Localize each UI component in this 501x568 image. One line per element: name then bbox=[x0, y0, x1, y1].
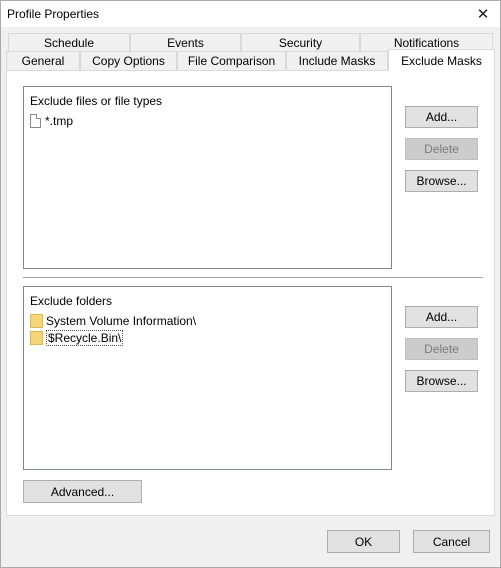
tab-label: File Comparison bbox=[187, 54, 276, 68]
profile-properties-dialog: Profile Properties ✕ Schedule Events Sec… bbox=[0, 0, 501, 568]
add-file-button[interactable]: Add... bbox=[405, 106, 478, 128]
button-label: Browse... bbox=[416, 374, 467, 388]
delete-file-button[interactable]: Delete bbox=[405, 138, 478, 160]
tab-label: Copy Options bbox=[92, 54, 165, 68]
button-label: Browse... bbox=[416, 174, 467, 188]
exclude-files-header: Exclude files or file types bbox=[30, 94, 163, 108]
title-bar: Profile Properties ✕ bbox=[1, 1, 500, 27]
tab-schedule[interactable]: Schedule bbox=[8, 33, 130, 52]
tab-security[interactable]: Security bbox=[241, 33, 360, 52]
close-icon: ✕ bbox=[476, 6, 490, 23]
button-label: Add... bbox=[425, 110, 458, 124]
button-label: Delete bbox=[424, 342, 459, 356]
button-label: Advanced... bbox=[50, 484, 115, 499]
tab-events[interactable]: Events bbox=[130, 33, 241, 52]
list-item-label: *.tmp bbox=[45, 113, 74, 128]
tab-label: Events bbox=[167, 36, 204, 50]
tab-label: Schedule bbox=[43, 36, 95, 50]
button-label: OK bbox=[354, 534, 373, 549]
button-label: Add... bbox=[425, 310, 458, 324]
file-icon bbox=[30, 113, 41, 128]
tab-label: Security bbox=[278, 36, 323, 50]
ok-button[interactable]: OK bbox=[327, 530, 400, 553]
list-item[interactable]: System Volume Information\ bbox=[30, 312, 196, 329]
exclude-folders-header: Exclude folders bbox=[30, 294, 113, 308]
exclude-masks-panel: Exclude files or file types *.tmp Add...… bbox=[6, 70, 495, 516]
tab-label: Exclude Masks bbox=[401, 53, 482, 68]
tab-general[interactable]: General bbox=[6, 51, 80, 70]
browse-file-button[interactable]: Browse... bbox=[405, 170, 478, 192]
exclude-folders-list[interactable]: Exclude folders System Volume Informatio… bbox=[23, 286, 392, 470]
tab-exclude-masks[interactable]: Exclude Masks bbox=[388, 49, 495, 71]
cancel-button[interactable]: Cancel bbox=[413, 530, 490, 553]
advanced-button[interactable]: Advanced... bbox=[23, 480, 142, 503]
browse-folder-button[interactable]: Browse... bbox=[405, 370, 478, 392]
tab-copy-options[interactable]: Copy Options bbox=[80, 51, 177, 70]
close-button[interactable]: ✕ bbox=[466, 1, 500, 27]
button-label: Delete bbox=[424, 142, 459, 156]
section-divider bbox=[23, 277, 483, 278]
tab-include-masks[interactable]: Include Masks bbox=[286, 51, 388, 70]
tab-file-comparison[interactable]: File Comparison bbox=[177, 51, 286, 70]
delete-folder-button[interactable]: Delete bbox=[405, 338, 478, 360]
folder-icon bbox=[30, 330, 43, 345]
list-item-label: System Volume Information\ bbox=[46, 313, 197, 328]
folder-icon bbox=[30, 313, 43, 328]
list-item-selected[interactable]: $Recycle.Bin\ bbox=[30, 329, 124, 346]
exclude-files-list[interactable]: Exclude files or file types *.tmp bbox=[23, 86, 392, 269]
add-folder-button[interactable]: Add... bbox=[405, 306, 478, 328]
tab-label: General bbox=[21, 54, 65, 68]
window-title: Profile Properties bbox=[7, 7, 100, 21]
button-label: Cancel bbox=[432, 534, 471, 549]
tab-label: Notifications bbox=[393, 36, 460, 50]
list-item[interactable]: *.tmp bbox=[30, 112, 73, 129]
tab-label: Include Masks bbox=[298, 54, 376, 68]
list-item-label: $Recycle.Bin\ bbox=[46, 329, 124, 346]
